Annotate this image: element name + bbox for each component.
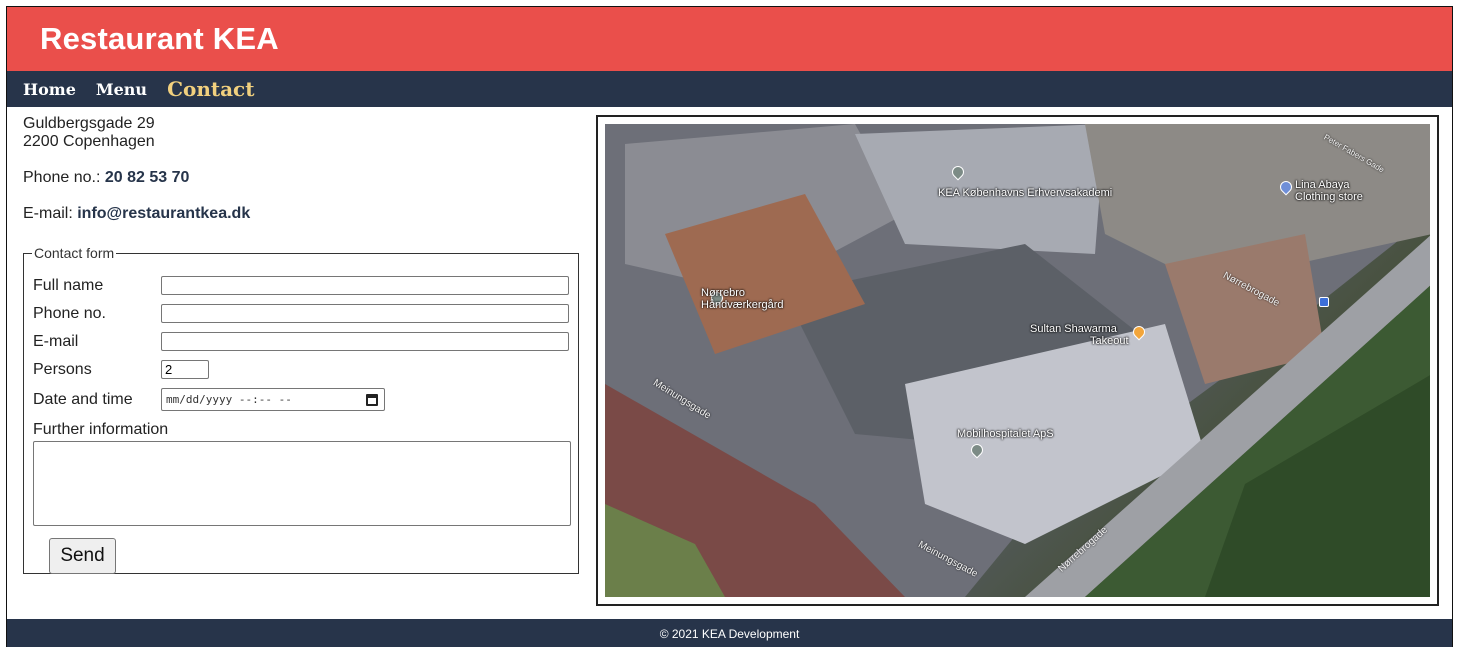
- contact-form: Contact form Full name Phone no. E-mail …: [23, 245, 579, 574]
- phone-info-label: Phone no.:: [23, 169, 101, 186]
- nav-home-link[interactable]: Home: [23, 80, 76, 99]
- map-embed: KEA Københavns Erhvervsakademi Lina Abay…: [596, 115, 1439, 606]
- phone-input[interactable]: [161, 304, 569, 323]
- persons-label: Persons: [33, 360, 92, 378]
- satellite-map[interactable]: KEA Københavns Erhvervsakademi Lina Abay…: [605, 124, 1430, 597]
- datetime-input[interactable]: mm/dd/yyyy --:-- --: [161, 388, 385, 411]
- email-label: E-mail: [33, 332, 79, 350]
- map-label-sultan-sub: Takeout: [1090, 335, 1129, 347]
- email-info-value: info@restaurantkea.dk: [77, 205, 251, 222]
- persons-input[interactable]: [161, 360, 209, 379]
- datetime-label: Date and time: [33, 390, 133, 408]
- full-name-input[interactable]: [161, 276, 569, 295]
- nav-contact-link[interactable]: Contact: [167, 77, 254, 101]
- page-frame: Restaurant KEA Home Menu Contact Guldber…: [6, 6, 1453, 647]
- footer-copyright: © 2021 KEA Development: [659, 626, 800, 641]
- map-label-lina-abaya-sub: Clothing store: [1295, 191, 1363, 203]
- bus-stop-icon[interactable]: [1319, 297, 1329, 307]
- email-input[interactable]: [161, 332, 569, 351]
- phone-info-value: 20 82 53 70: [104, 169, 190, 186]
- datetime-placeholder: mm/dd/yyyy --:-- --: [166, 393, 292, 406]
- full-name-label: Full name: [33, 276, 104, 294]
- site-title: Restaurant KEA: [40, 21, 279, 56]
- email-row: E-mail: [33, 332, 569, 351]
- email-info-label: E-mail:: [23, 205, 73, 222]
- contact-column: Guldbergsgade 29 2200 Copenhagen Phone n…: [23, 115, 583, 574]
- phone-row: Phone no.: [33, 304, 569, 323]
- contact-form-legend: Contact form: [34, 245, 115, 261]
- map-label-lina-abaya: Lina Abaya Clothing store: [1295, 179, 1363, 203]
- address-city: 2200 Copenhagen: [23, 133, 155, 150]
- nav-menu-link[interactable]: Menu: [96, 80, 147, 99]
- map-label-lina-abaya-title: Lina Abaya: [1295, 179, 1350, 191]
- map-label-norrebro: Nørrebro Håndværkergård: [701, 287, 784, 311]
- map-label-sultan: Sultan Shawarma Takeout: [1030, 323, 1129, 347]
- site-header: Restaurant KEA: [7, 7, 1452, 71]
- further-info-textarea[interactable]: [33, 441, 571, 526]
- phone-label: Phone no.: [33, 304, 106, 322]
- send-button[interactable]: Send: [49, 538, 116, 574]
- map-label-sultan-title: Sultan Shawarma: [1030, 323, 1117, 335]
- main-nav: Home Menu Contact: [7, 71, 1452, 107]
- persons-row: Persons: [33, 360, 209, 379]
- map-label-kea: KEA Københavns Erhvervsakademi: [938, 187, 1113, 199]
- datetime-row: Date and time mm/dd/yyyy --:-- --: [33, 388, 385, 411]
- map-label-mobilhospitalet: Mobilhospitalet ApS: [957, 428, 1054, 440]
- site-footer: © 2021 KEA Development: [7, 619, 1452, 647]
- full-name-row: Full name: [33, 276, 569, 295]
- address-street: Guldbergsgade 29: [23, 115, 155, 132]
- further-info-label: Further information: [33, 421, 169, 438]
- calendar-icon[interactable]: [366, 393, 378, 406]
- phone-info: Phone no.: 20 82 53 70: [23, 169, 583, 187]
- address-block: Guldbergsgade 29 2200 Copenhagen: [23, 115, 583, 151]
- main-content: Guldbergsgade 29 2200 Copenhagen Phone n…: [7, 107, 1452, 619]
- email-info: E-mail: info@restaurantkea.dk: [23, 205, 583, 223]
